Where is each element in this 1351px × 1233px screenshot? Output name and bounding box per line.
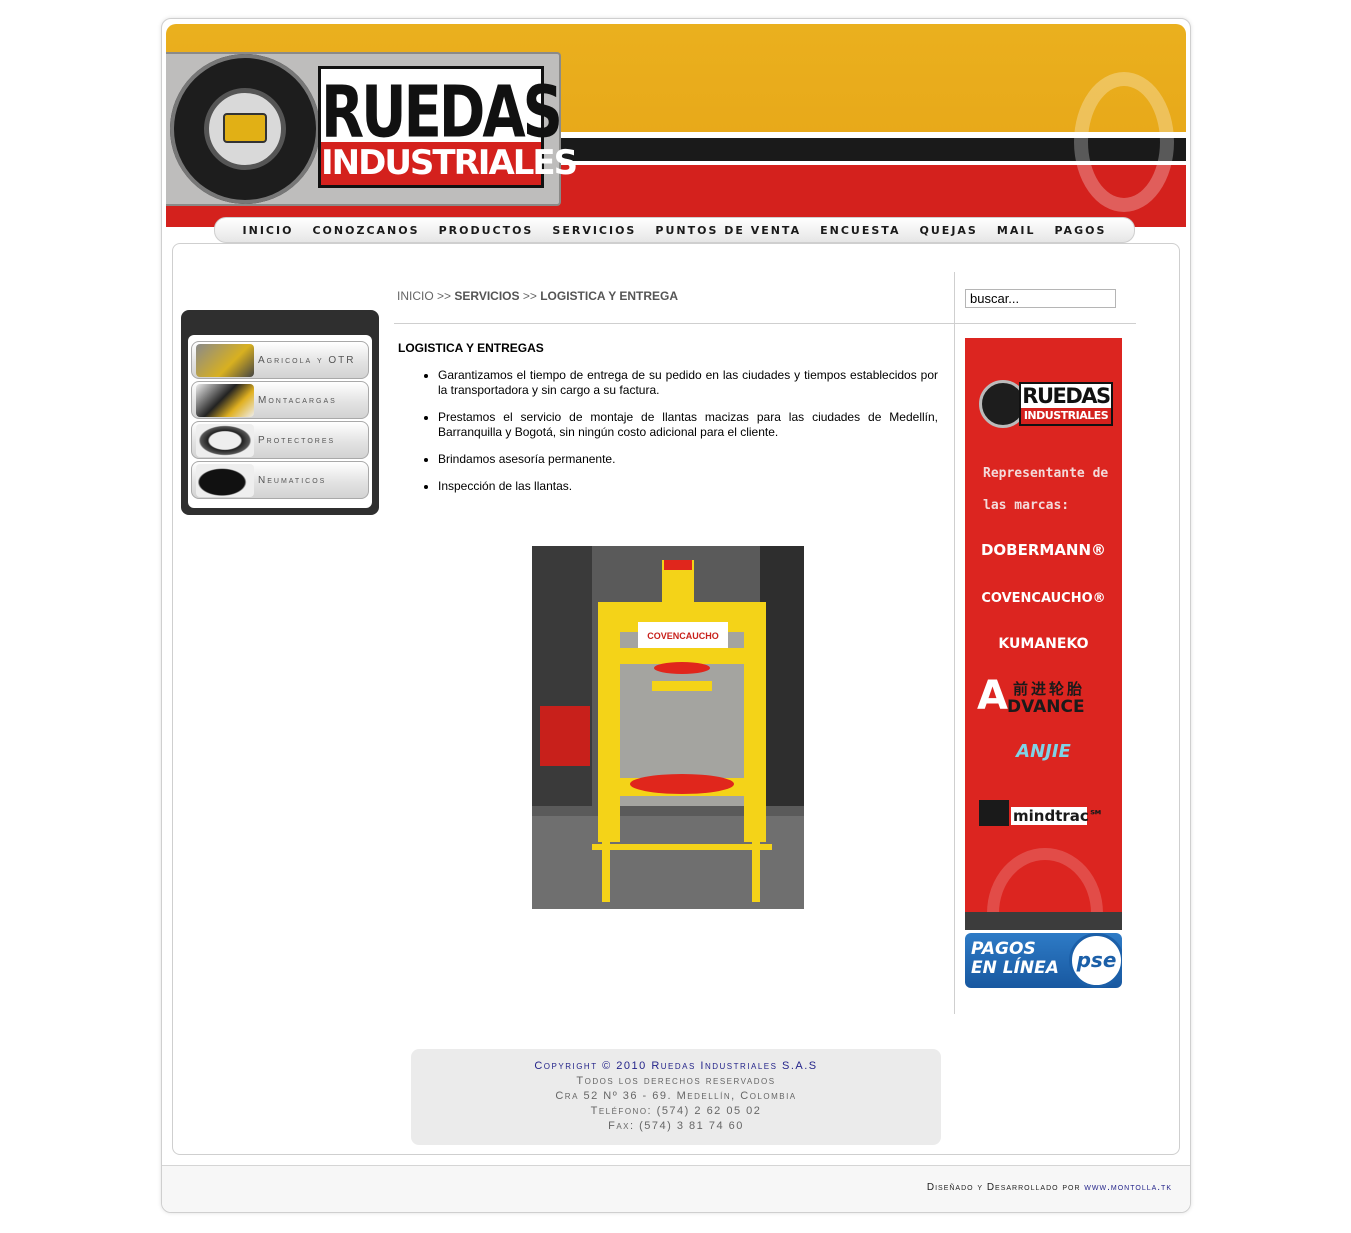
page-title: LOGISTICA Y ENTREGAS (398, 341, 544, 355)
footer-info: Copyright © 2010 Ruedas Industriales S.A… (411, 1049, 941, 1145)
sidebar-item-montacargas[interactable]: Montacargas (191, 381, 369, 419)
pse-label: PAGOS EN LÍNEA (971, 940, 1059, 978)
brands-banner[interactable]: RUEDAS INDUSTRIALES Representante de las… (965, 338, 1122, 930)
fax: Fax: (574) 3 81 74 60 (608, 1120, 744, 1132)
tire-protector-icon (196, 424, 254, 457)
brand-dobermann: DOBERMANN® (980, 541, 1107, 559)
pse-payment-button[interactable]: PAGOS EN LÍNEA pse (965, 933, 1122, 988)
breadcrumb-separator: >> (437, 289, 452, 303)
designer-credit: Diseñado y Desarrollado por www.montolla… (927, 1182, 1172, 1193)
breadcrumb: INICIO >> SERVICIOS >> LOGISTICA Y ENTRE… (397, 289, 678, 303)
breadcrumb-current: LOGISTICA Y ENTREGA (540, 289, 679, 303)
pse-label-line: EN LÍNEA (971, 958, 1059, 978)
nav-conozcanos[interactable]: CONOZCANOS (312, 224, 419, 237)
pse-badge: pse (1076, 948, 1117, 972)
logo-wheel-icon (170, 54, 320, 204)
photo-sign: COVENCAUCHO (647, 631, 719, 641)
rights-reserved: Todos los derechos reservados (576, 1075, 776, 1087)
brand-advance: DVANCE (1007, 697, 1085, 717)
sidebar-item-agricola[interactable]: Agricola y OTR (191, 341, 369, 379)
breadcrumb-home[interactable]: INICIO (397, 289, 434, 303)
nav-productos[interactable]: PRODUCTOS (439, 224, 534, 237)
inner-tube-icon (196, 464, 254, 497)
sidebar-item-label: Protectores (258, 435, 336, 446)
bottom-bar: Diseñado y Desarrollado por www.montolla… (162, 1165, 1190, 1212)
divider (394, 323, 1136, 324)
nav-encuesta[interactable]: ENCUESTA (820, 224, 900, 237)
rep-line: Representante de (983, 466, 1109, 481)
brand-anjie: ANJIE (1016, 741, 1071, 762)
nav-inicio[interactable]: INICIO (243, 224, 294, 237)
mindtrac-logo-icon (979, 800, 1009, 826)
logo[interactable]: RUEDAS INDUSTRIALES (318, 66, 578, 188)
search-input[interactable] (965, 289, 1116, 308)
hydraulic-press-photo: COVENCAUCHO (532, 546, 804, 909)
breadcrumb-section[interactable]: SERVICIOS (454, 289, 519, 303)
mini-logo: RUEDAS INDUSTRIALES (979, 378, 1113, 430)
nav-mail[interactable]: MAIL (997, 224, 1036, 237)
sidebar-item-label: Montacargas (258, 395, 337, 406)
nav-puntos-de-venta[interactable]: PUNTOS DE VENTA (655, 224, 801, 237)
column-divider (954, 272, 955, 1014)
product-menu: Agricola y OTR Montacargas Protectores N… (181, 310, 379, 515)
list-item: Garantizamos el tiempo de entrega de su … (438, 368, 938, 398)
designer-link[interactable]: www.montolla.tk (1084, 1182, 1172, 1193)
tire-watermark-icon (1074, 72, 1174, 212)
mini-logo-word-ruedas: RUEDAS (1022, 384, 1111, 408)
service-list: Garantizamos el tiempo de entrega de su … (420, 368, 938, 506)
sidebar-item-protectores[interactable]: Protectores (191, 421, 369, 459)
list-item: Brindamos asesoría permanente. (438, 452, 938, 467)
loader-icon (196, 344, 254, 377)
mini-logo-word-industriales: INDUSTRIALES (1021, 408, 1111, 424)
forklift-icon (223, 113, 267, 143)
logo-word-industriales: INDUSTRIALES (321, 142, 578, 185)
copyright: Copyright © 2010 Ruedas Industriales S.A… (534, 1060, 818, 1072)
rep-line: las marcas: (983, 498, 1070, 513)
pse-label-line: PAGOS (971, 939, 1036, 959)
brand-advance-chinese: 前进轮胎 (1013, 680, 1086, 698)
sidebar-item-label: Neumaticos (258, 475, 327, 486)
list-item: Prestamos el servicio de montaje de llan… (438, 410, 938, 440)
phone: Teléfono: (574) 2 62 05 02 (590, 1105, 762, 1117)
brand-covencaucho: COVENCAUCHO® (981, 591, 1106, 606)
breadcrumb-separator: >> (522, 289, 537, 303)
sidebar-item-label: Agricola y OTR (258, 355, 356, 366)
nav-servicios[interactable]: SERVICIOS (552, 224, 636, 237)
advance-a-icon: A (977, 673, 1008, 719)
nav-quejas[interactable]: QUEJAS (920, 224, 978, 237)
header-banner: RUEDAS INDUSTRIALES (166, 24, 1186, 227)
brand-mindtrac: mindtrac℠ (1011, 807, 1105, 825)
pse-logo-icon: pse (1069, 933, 1122, 988)
tire-strip (965, 912, 1122, 930)
address: Cra 52 Nº 36 - 69. Medellín, Colombia (555, 1090, 797, 1102)
list-item: Inspección de las llantas. (438, 479, 938, 494)
represented-brands-heading: Representante de las marcas: (983, 458, 1113, 522)
main-nav: INICIO CONOZCANOS PRODUCTOS SERVICIOS PU… (214, 217, 1135, 243)
nav-pagos[interactable]: PAGOS (1055, 224, 1107, 237)
brand-kumaneko: KUMANEKO (998, 636, 1089, 652)
sidebar-item-neumaticos[interactable]: Neumaticos (191, 461, 369, 499)
designer-prefix: Diseñado y Desarrollado por (926, 1182, 1081, 1193)
forklift-icon (196, 384, 254, 417)
